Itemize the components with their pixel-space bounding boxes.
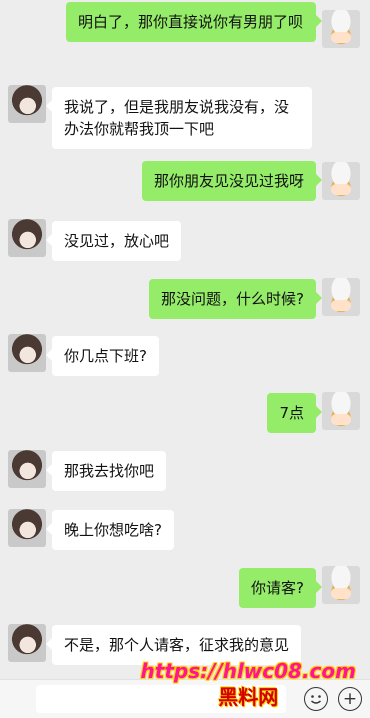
my-avatar[interactable] bbox=[322, 566, 360, 604]
message-bubble-incoming[interactable]: 不是，那个人请客，征求我的意见 bbox=[45, 625, 302, 665]
contact-avatar[interactable] bbox=[8, 509, 46, 547]
contact-avatar[interactable] bbox=[8, 450, 46, 488]
my-avatar[interactable] bbox=[322, 10, 360, 48]
message-bubble-outgoing[interactable]: 你请客? bbox=[239, 568, 322, 608]
my-avatar[interactable] bbox=[322, 162, 360, 200]
emoji-icon[interactable] bbox=[304, 687, 328, 711]
message-bubble-incoming[interactable]: 那我去找你吧 bbox=[45, 451, 167, 491]
message-bubble-incoming[interactable]: 没见过，放心吧 bbox=[45, 221, 182, 261]
plus-icon[interactable]: + bbox=[338, 687, 362, 711]
message-bubble-outgoing[interactable]: 明白了，那你直接说你有男朋了呗 bbox=[66, 2, 322, 42]
message-bubble-incoming[interactable]: 你几点下班? bbox=[46, 336, 159, 376]
emoji-icon-glyph bbox=[311, 695, 321, 704]
message-bubble-incoming[interactable]: 晚上你想吃啥? bbox=[46, 510, 174, 550]
message-bubble-incoming[interactable]: 我说了，但是我朋友说我没有，没办法你就帮我顶一下吧 bbox=[46, 87, 312, 149]
my-avatar[interactable] bbox=[322, 278, 360, 316]
message-bubble-outgoing[interactable]: 7点 bbox=[267, 393, 322, 433]
message-input[interactable] bbox=[36, 685, 286, 713]
contact-avatar[interactable] bbox=[8, 219, 46, 257]
contact-avatar[interactable] bbox=[8, 334, 46, 372]
contact-avatar[interactable] bbox=[8, 85, 46, 123]
my-avatar[interactable] bbox=[322, 392, 360, 430]
contact-avatar[interactable] bbox=[8, 624, 46, 662]
chat-area: 明白了，那你直接说你有男朋了呗 我说了，但是我朋友说我没有，没办法你就帮我顶一下… bbox=[0, 0, 370, 680]
input-bar: + bbox=[0, 679, 370, 718]
message-bubble-outgoing[interactable]: 那你朋友见没见过我呀 bbox=[141, 161, 323, 201]
message-bubble-outgoing[interactable]: 那没问题，什么时候? bbox=[149, 279, 322, 319]
